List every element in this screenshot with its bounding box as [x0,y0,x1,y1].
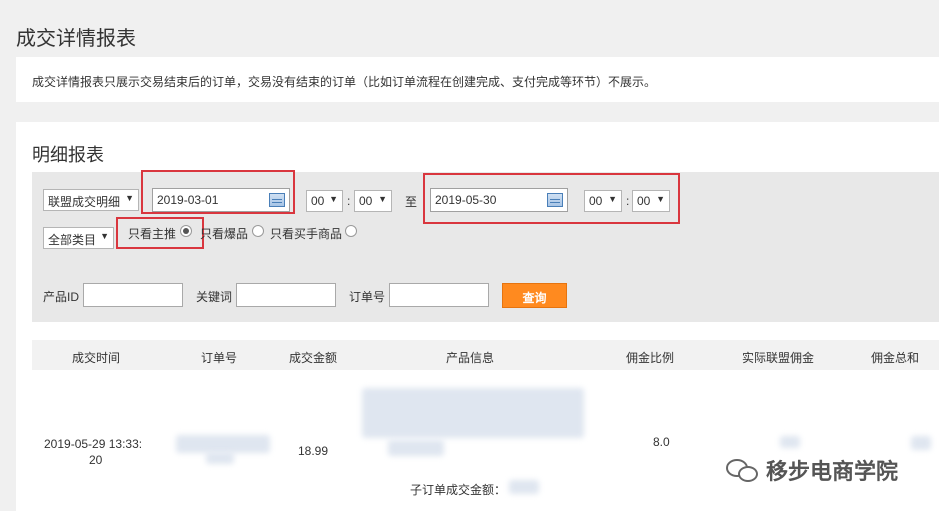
detail-panel: 明细报表 联盟成交明细 ▼ 2019-03-01 00 ▼ : 00 ▼ 至 2… [16,122,939,511]
category-value: 全部类目 [48,233,97,247]
row-commission-total-redacted [911,436,931,450]
row-time-line1: 2019-05-29 13:33: [44,437,143,451]
chevron-down-icon: ▼ [125,193,134,203]
product-id-label: 产品ID [43,290,80,304]
radio-buyer-label: 只看买手商品 [270,227,343,241]
time-colon: : [347,194,351,208]
row-product-title-redacted [388,440,444,456]
notice-box: 成交详情报表只展示交易结束后的订单，交易没有结束的订单（比如订单流程在创建完成、… [16,57,939,102]
product-id-input[interactable] [83,283,183,307]
th-product-info: 产品信息 [446,351,495,365]
section-title: 明细报表 [32,145,104,165]
chevron-down-icon: ▼ [378,194,387,204]
th-commission-rate: 佣金比例 [626,351,675,365]
row-commission-rate: 8.0 [653,435,670,449]
wechat-icon [726,457,760,483]
th-order-no: 订单号 [201,351,238,365]
radio-buyer[interactable] [345,225,357,237]
row-product-image-redacted [362,388,584,438]
table-header: 成交时间 订单号 成交金额 产品信息 佣金比例 实际联盟佣金 佣金总和 [32,340,939,370]
sub-order-amount-label: 子订单成交金额： [410,483,507,497]
page-title: 成交详情报表 [16,28,136,50]
sub-order-amount-redacted [509,480,539,494]
start-minute-value: 00 [359,194,373,208]
row-amount: 18.99 [298,444,329,458]
order-no-input[interactable] [389,283,489,307]
watermark: 移步电商学院 [726,454,898,486]
th-actual-commission: 实际联盟佣金 [742,351,815,365]
th-commission-total: 佣金总和 [871,351,920,365]
end-date-highlight [423,173,680,224]
row-commission-redacted [780,436,800,448]
start-hour-select[interactable]: 00 ▼ [306,190,343,212]
keyword-input[interactable] [236,283,336,307]
row-time-line2: 20 [89,453,103,467]
start-date-highlight [141,170,295,214]
row-order-no-redacted [176,435,270,453]
watermark-text: 移步电商学院 [766,459,899,484]
chevron-down-icon: ▼ [100,231,109,241]
chevron-down-icon: ▼ [329,194,338,204]
keyword-label: 关键词 [196,290,233,304]
start-minute-select[interactable]: 00 ▼ [354,190,392,212]
notice-text: 成交详情报表只展示交易结束后的订单，交易没有结束的订单（比如订单流程在创建完成、… [32,75,657,89]
to-label: 至 [405,195,418,209]
query-button[interactable]: 查询 [502,283,567,308]
th-time: 成交时间 [72,351,121,365]
start-hour-value: 00 [311,194,325,208]
report-type-value: 联盟成交明细 [48,195,121,209]
row-order-no-redacted [206,452,234,464]
th-amount: 成交金额 [289,351,338,365]
order-no-label: 订单号 [349,290,386,304]
radio-hot-label: 只看爆品 [200,227,249,241]
main-only-highlight [116,217,204,249]
radio-hot[interactable] [252,225,264,237]
category-select[interactable]: 全部类目 ▼ [43,227,114,249]
report-type-select[interactable]: 联盟成交明细 ▼ [43,189,139,211]
